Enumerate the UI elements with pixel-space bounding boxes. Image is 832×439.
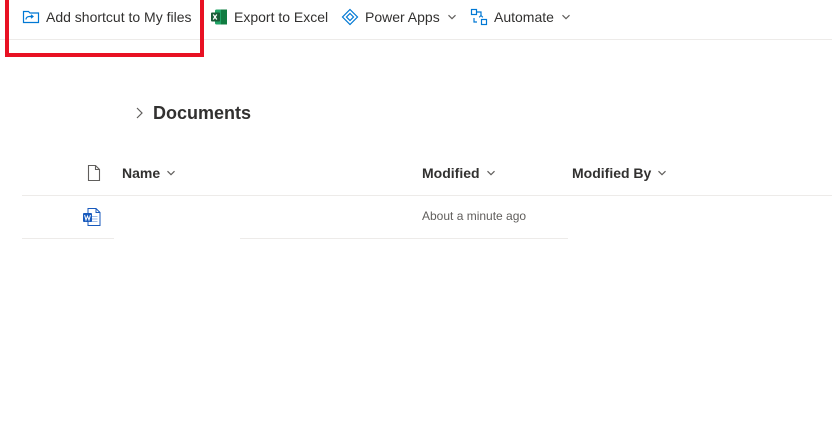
table-row[interactable]: About a minute ago <box>22 196 568 239</box>
file-type-column-header[interactable] <box>80 160 102 186</box>
chevron-down-icon <box>486 170 495 176</box>
automate-label: Automate <box>494 9 554 25</box>
add-shortcut-label: Add shortcut to My files <box>46 9 192 25</box>
command-bar: Add shortcut to My files Export to Excel… <box>0 0 832 40</box>
chevron-down-icon <box>658 170 667 176</box>
power-apps-button[interactable]: Power Apps <box>341 0 457 34</box>
word-document-icon <box>83 208 101 226</box>
modified-date: About a minute ago <box>422 209 527 223</box>
column-header-modified[interactable]: Modified <box>422 160 496 186</box>
export-to-excel-button[interactable]: Export to Excel <box>210 0 328 34</box>
power-apps-icon <box>341 8 359 26</box>
excel-icon <box>211 9 227 25</box>
column-header-name[interactable]: Name <box>122 160 176 186</box>
column-header-name-label: Name <box>122 165 161 181</box>
column-header-modified-by[interactable]: Modified By <box>572 160 667 186</box>
add-shortcut-button[interactable]: Add shortcut to My files <box>22 0 192 34</box>
chevron-down-icon <box>562 14 570 20</box>
chevron-down-icon <box>447 14 456 20</box>
power-apps-label: Power Apps <box>365 9 440 25</box>
document-icon <box>87 164 101 182</box>
row-divider <box>240 238 568 239</box>
row-divider <box>22 238 114 239</box>
breadcrumb: Documents <box>134 100 251 126</box>
shortcut-icon <box>22 10 40 24</box>
automate-button[interactable]: Automate <box>470 0 571 34</box>
export-to-excel-label: Export to Excel <box>234 9 329 25</box>
automate-flow-icon <box>470 8 488 26</box>
chevron-right-icon <box>136 107 143 119</box>
chevron-down-icon <box>167 170 176 176</box>
page-title: Documents <box>153 102 252 123</box>
column-header-modified-label: Modified <box>422 165 480 181</box>
column-header-modified-by-label: Modified By <box>572 165 652 181</box>
